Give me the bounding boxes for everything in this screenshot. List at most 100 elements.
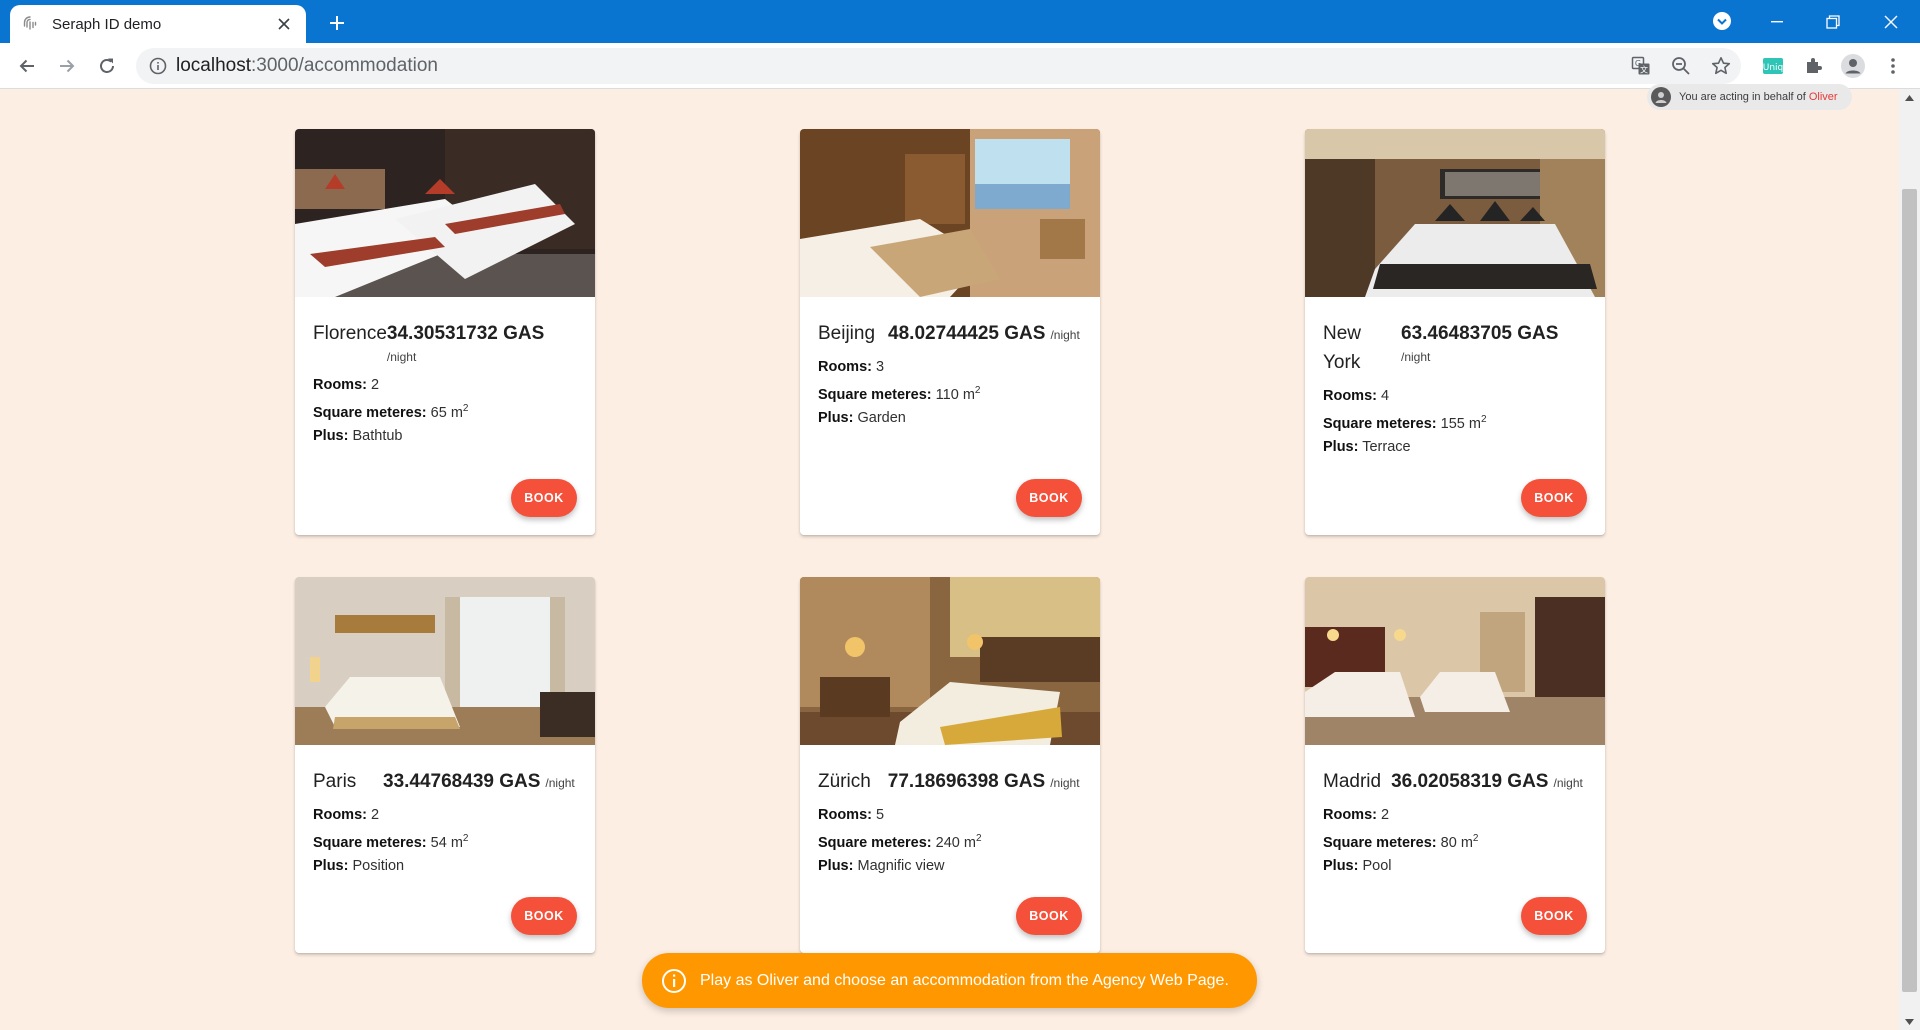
city-name: Paris (313, 771, 357, 792)
tab-title: Seraph ID demo (52, 15, 162, 33)
rooms-label: Rooms: (1323, 807, 1377, 823)
plus-value: Pool (1362, 857, 1392, 874)
reload-icon[interactable] (91, 50, 123, 82)
scrollbar-thumb[interactable] (1902, 189, 1917, 992)
city-name: Beijing (818, 323, 876, 344)
price-block: 77.18696398 GAS/night (888, 767, 1080, 796)
book-button[interactable]: BOOK (1016, 479, 1082, 517)
area-value: 155 m (1440, 415, 1481, 432)
info-snackbar: Play as Oliver and choose an accommodati… (642, 953, 1257, 1008)
arrow-left-icon[interactable] (11, 50, 43, 82)
area-exponent: 2 (1472, 833, 1479, 844)
acting-as-text: You are acting in behalf of (1679, 91, 1806, 103)
rooms-label: Rooms: (1323, 388, 1377, 404)
uniq-extension-icon[interactable]: Uniq (1757, 50, 1789, 82)
area-row: Square meteres: 240 m2 (818, 827, 1082, 855)
plus-row: Plus: Garden (818, 407, 1082, 430)
close-icon[interactable] (274, 14, 294, 34)
minimize-icon[interactable] (1749, 0, 1805, 43)
price-unit: /night (1050, 328, 1080, 342)
accommodation-card: Madrid 36.02058319 GAS/night Rooms: 2 Sq… (1305, 577, 1605, 953)
rooms-label: Rooms: (313, 807, 367, 823)
plus-value: Magnific view (857, 857, 945, 874)
url-host: localhost (176, 55, 251, 76)
rooms-value: 4 (1381, 388, 1390, 404)
book-button[interactable]: BOOK (1521, 897, 1587, 935)
plus-value: Garden (857, 409, 906, 426)
price: 36.02058319 GAS (1391, 771, 1549, 792)
star-icon[interactable] (1701, 48, 1741, 84)
rooms-value: 2 (371, 377, 380, 393)
rooms-row: Rooms: 3 (818, 356, 1082, 379)
puzzle-icon[interactable] (1797, 50, 1829, 82)
plus-value: Terrace (1362, 438, 1411, 455)
acting-as-name: Oliver (1808, 91, 1838, 103)
plus-label: Plus: (1323, 857, 1359, 874)
price: 77.18696398 GAS (887, 771, 1046, 792)
translate-icon[interactable]: 文G (1621, 48, 1661, 84)
rooms-row: Rooms: 2 (1323, 804, 1587, 827)
browser-tab[interactable]: Seraph ID demo (10, 5, 306, 43)
area-exponent: 2 (1480, 414, 1487, 425)
area-value: 65 m (430, 404, 463, 421)
account-icon[interactable] (1837, 50, 1869, 82)
avatar-icon (1651, 87, 1671, 107)
plus-value: Position (352, 857, 405, 874)
area-row: Square meteres: 155 m2 (1323, 408, 1587, 436)
svg-text:G: G (1635, 59, 1641, 68)
scroll-up-arrow-icon[interactable] (1899, 89, 1920, 106)
accommodation-card: Beijing 48.02744425 GAS/night Rooms: 3 S… (800, 129, 1100, 535)
plus-row: Plus: Terrace (1323, 436, 1587, 459)
snackbar-message: Play as Oliver and choose an accommodati… (700, 971, 1229, 989)
price-block: 48.02744425 GAS/night (888, 319, 1080, 348)
scroll-down-arrow-icon[interactable] (1899, 1013, 1920, 1030)
arrow-right-icon[interactable] (51, 50, 83, 82)
url-text[interactable]: localhost:3000/accommodation (176, 55, 1621, 77)
area-row: Square meteres: 80 m2 (1323, 827, 1587, 855)
acting-as-banner: You are acting in behalf of Oliver (1647, 84, 1852, 110)
rooms-row: Rooms: 4 (1323, 385, 1587, 408)
rooms-value: 3 (876, 359, 885, 375)
plus-row: Plus: Pool (1323, 855, 1587, 878)
rooms-row: Rooms: 2 (313, 374, 577, 397)
book-button[interactable]: BOOK (511, 897, 577, 935)
price: 33.44768439 GAS (383, 771, 541, 792)
book-button[interactable]: BOOK (1521, 479, 1587, 517)
area-exponent: 2 (975, 833, 982, 844)
window-close-icon[interactable] (1863, 0, 1919, 43)
area-label: Square meteres: (1323, 415, 1437, 432)
room-photo (1305, 129, 1605, 297)
room-photo (295, 577, 595, 745)
url-path: :3000/accommodation (251, 55, 438, 76)
room-photo (800, 129, 1100, 297)
rooms-label: Rooms: (818, 359, 872, 375)
kebab-menu-icon[interactable] (1877, 50, 1909, 82)
price-unit: /night (1050, 776, 1080, 790)
city-name: Zürich (818, 771, 871, 792)
plus-label: Plus: (818, 857, 854, 874)
area-row: Square meteres: 65 m2 (313, 397, 577, 425)
area-exponent: 2 (974, 385, 981, 396)
book-button[interactable]: BOOK (1016, 897, 1082, 935)
address-bar[interactable]: localhost:3000/accommodation 文G (136, 48, 1741, 84)
info-icon[interactable] (140, 48, 176, 84)
svg-text:Uniq: Uniq (1763, 63, 1784, 73)
area-label: Square meteres: (818, 834, 932, 851)
zoom-out-icon[interactable] (1661, 48, 1701, 84)
plus-icon[interactable] (323, 9, 351, 37)
price-block: 33.44768439 GAS/night (383, 767, 575, 796)
restore-icon[interactable] (1805, 0, 1861, 43)
page-scrollbar[interactable] (1899, 89, 1920, 1030)
rooms-value: 2 (1381, 807, 1390, 823)
area-exponent: 2 (462, 833, 469, 844)
city-name: New York (1323, 323, 1362, 373)
book-button[interactable]: BOOK (511, 479, 577, 517)
price-unit: /night (1553, 776, 1583, 790)
accommodation-card: New York 63.46483705 GAS/night Rooms: 4 … (1305, 129, 1605, 535)
plus-row: Plus: Bathtub (313, 425, 577, 448)
tab-search-icon[interactable] (1710, 9, 1734, 33)
plus-label: Plus: (313, 427, 349, 444)
svg-text:文: 文 (1640, 65, 1648, 75)
plus-label: Plus: (1323, 438, 1359, 455)
rooms-label: Rooms: (818, 807, 872, 823)
